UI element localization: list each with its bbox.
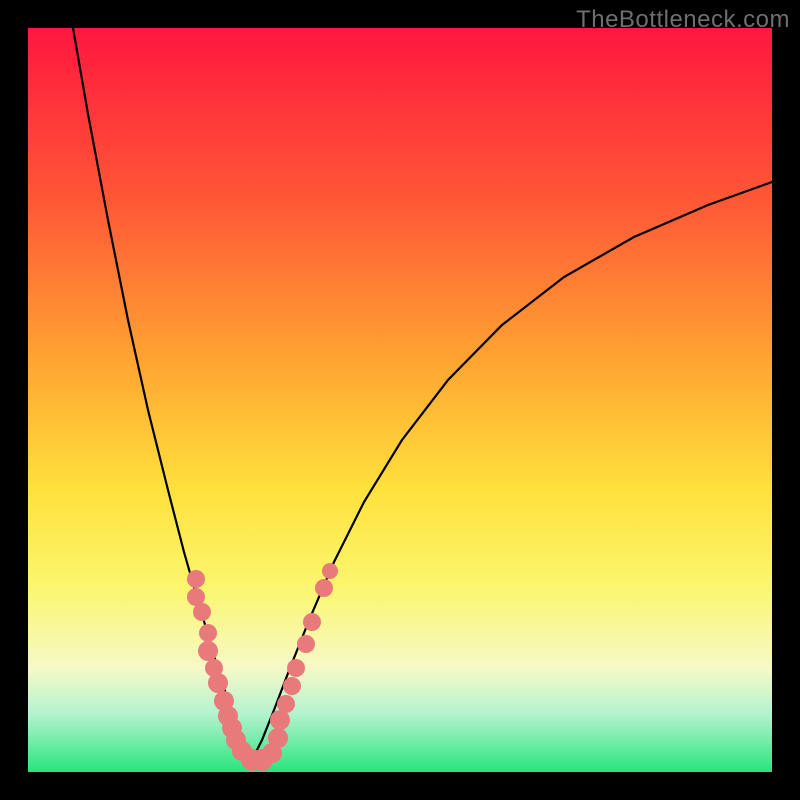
scatter-dot bbox=[322, 563, 338, 579]
scatter-dot bbox=[287, 659, 305, 677]
scatter-dot bbox=[193, 603, 211, 621]
curve-right bbox=[252, 182, 772, 760]
scatter-dot bbox=[283, 677, 301, 695]
curve-left bbox=[73, 28, 252, 760]
scatter-dot bbox=[303, 613, 321, 631]
scatter-dot bbox=[277, 695, 295, 713]
scatter-dot bbox=[297, 635, 315, 653]
scatter-dot bbox=[187, 570, 205, 588]
scatter-dot bbox=[198, 641, 218, 661]
scatter-dot bbox=[199, 624, 217, 642]
scatter-dot bbox=[208, 673, 228, 693]
plot-svg bbox=[28, 28, 772, 772]
scatter-dot bbox=[315, 579, 333, 597]
watermark-label: TheBottleneck.com bbox=[576, 6, 790, 34]
chart-area bbox=[28, 28, 772, 772]
scatter-dot bbox=[268, 728, 288, 748]
scatter-dot bbox=[270, 710, 290, 730]
